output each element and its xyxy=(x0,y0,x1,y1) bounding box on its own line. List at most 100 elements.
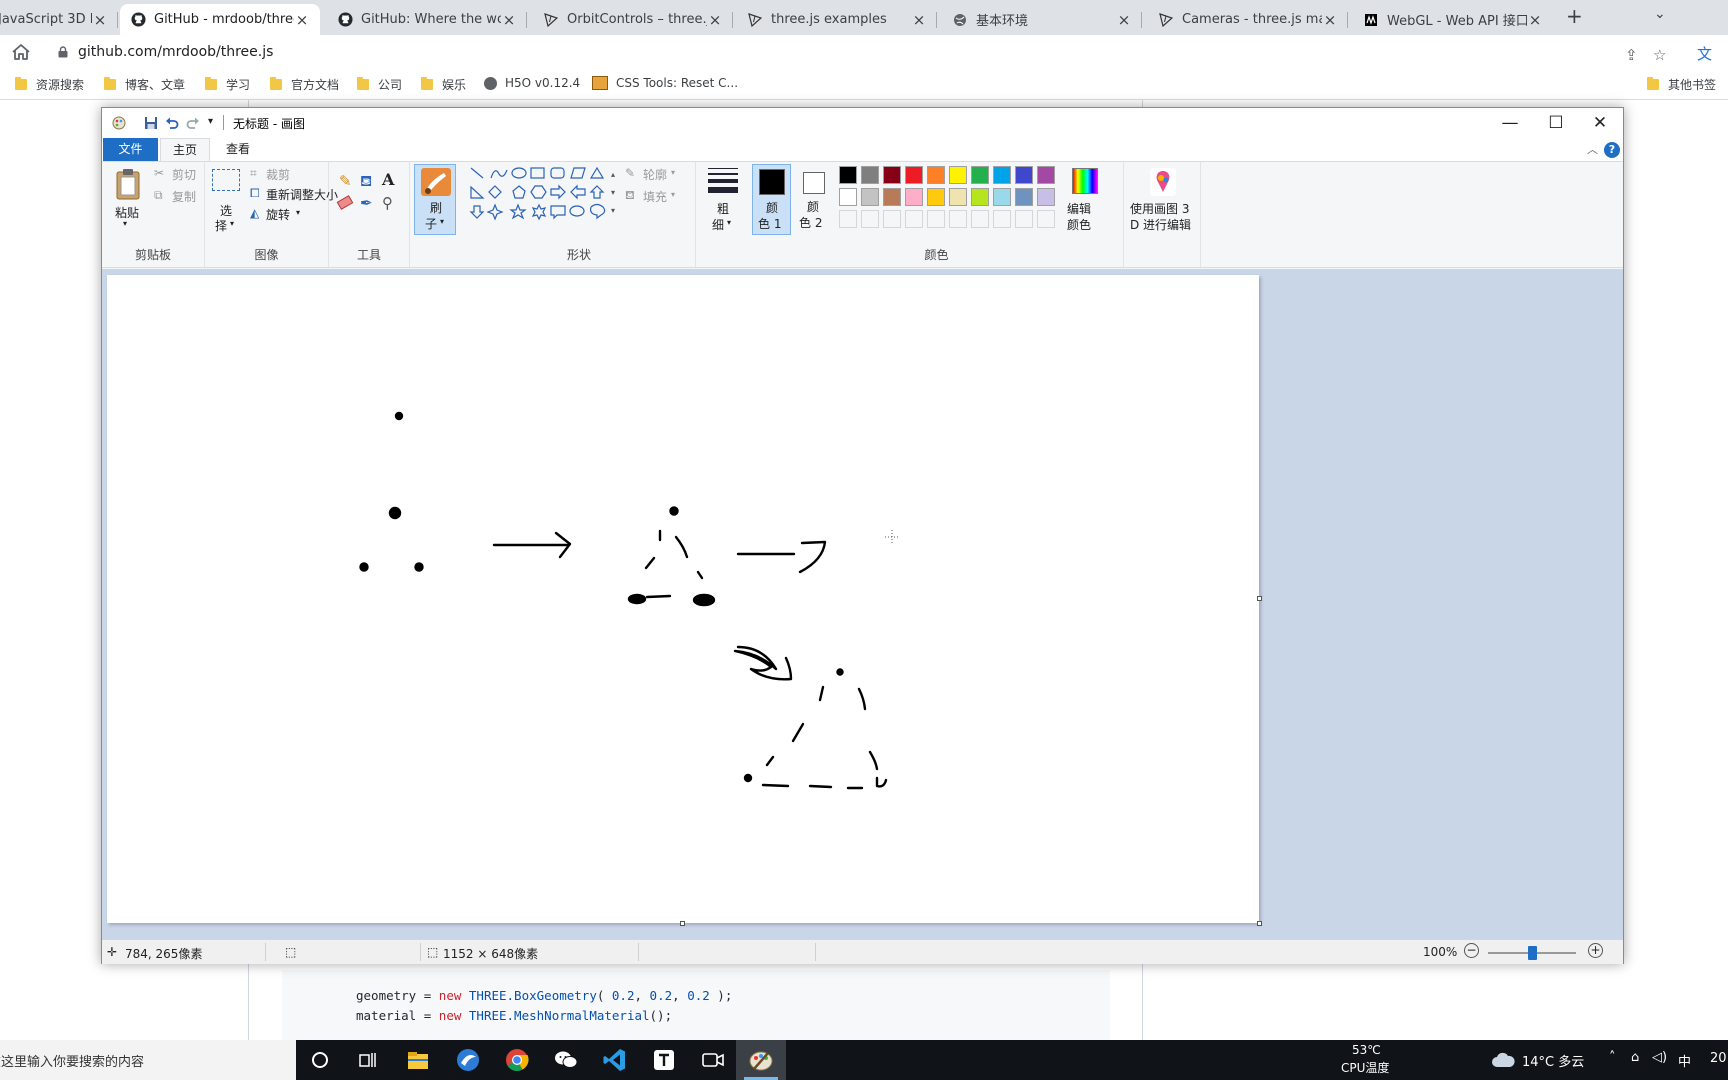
color1-button[interactable]: 颜 色 1 xyxy=(752,164,791,235)
chevron-down-icon[interactable]: ⌄ xyxy=(1654,6,1666,22)
bookmark-folder[interactable]: 博客、文章 xyxy=(104,76,185,93)
tab-file[interactable]: 文件 xyxy=(103,138,158,161)
help-icon[interactable]: ? xyxy=(1604,142,1620,158)
palette-color[interactable] xyxy=(861,188,879,206)
magnifier-icon[interactable]: ⚲ xyxy=(382,194,393,212)
zoom-out-button[interactable]: − xyxy=(1464,943,1479,958)
browser-tab[interactable]: Cameras - three.js manu × xyxy=(1148,4,1348,35)
palette-color[interactable] xyxy=(839,166,857,184)
palette-empty-slot[interactable] xyxy=(927,210,945,228)
resize-handle-bottom[interactable] xyxy=(680,921,685,926)
browser-tab[interactable]: JavaScript 3D l × xyxy=(0,4,118,35)
text-tool-icon[interactable]: A xyxy=(382,170,394,189)
bookmark-folder[interactable]: 资源搜索 xyxy=(15,76,84,93)
palette-color[interactable] xyxy=(993,166,1011,184)
close-icon[interactable]: × xyxy=(911,11,927,29)
file-explorer-icon[interactable] xyxy=(405,1047,431,1073)
address-bar[interactable]: github.com/mrdoob/three.js ⇪ ☆ xyxy=(46,38,1666,67)
zoom-slider[interactable] xyxy=(1488,946,1576,960)
weather[interactable]: 14°C 多云 xyxy=(1522,1051,1584,1070)
palette-empty-slot[interactable] xyxy=(839,210,857,228)
home-icon[interactable] xyxy=(10,42,32,62)
wechat-icon[interactable] xyxy=(553,1047,579,1073)
input-method[interactable]: 中 xyxy=(1678,1051,1691,1070)
palette-color[interactable] xyxy=(993,188,1011,206)
task-view-icon[interactable] xyxy=(355,1047,381,1073)
edit-colors-button[interactable]: 编辑 颜色 xyxy=(1065,166,1105,236)
zoom-in-button[interactable]: + xyxy=(1588,943,1603,958)
close-icon[interactable]: × xyxy=(501,11,517,29)
close-icon[interactable]: × xyxy=(92,11,108,29)
browser-tab[interactable]: WebGL - Web API 接口参 × xyxy=(1353,4,1553,35)
close-icon[interactable]: × xyxy=(1322,11,1338,29)
color2-button[interactable]: 颜 色 2 xyxy=(794,164,833,235)
volume-icon[interactable]: ◁) xyxy=(1652,1050,1667,1065)
cortana-icon[interactable] xyxy=(307,1047,333,1073)
gallery-scroll-icon[interactable]: ▴ ▾ ▾ xyxy=(611,166,615,220)
palette-color[interactable] xyxy=(1015,188,1033,206)
maximize-button[interactable]: ☐ xyxy=(1536,111,1576,135)
paint3d-button[interactable]: 使用画图 3 D 进行编辑 xyxy=(1128,166,1198,236)
palette-empty-slot[interactable] xyxy=(1015,210,1033,228)
palette-color[interactable] xyxy=(839,188,857,206)
browser-tab[interactable]: 基本环境 × xyxy=(942,4,1142,35)
clock[interactable]: 20 xyxy=(1710,1051,1727,1066)
close-button[interactable]: ✕ xyxy=(1580,111,1620,135)
palette-color[interactable] xyxy=(1015,166,1033,184)
palette-empty-slot[interactable] xyxy=(883,210,901,228)
new-tab-button[interactable]: + xyxy=(1566,4,1583,28)
cloud-icon[interactable] xyxy=(1491,1051,1515,1068)
vscode-icon[interactable] xyxy=(602,1047,628,1073)
palette-color[interactable] xyxy=(927,188,945,206)
size-button[interactable]: 粗 细 ▾ xyxy=(702,166,742,236)
palette-empty-slot[interactable] xyxy=(971,210,989,228)
palette-color[interactable] xyxy=(905,166,923,184)
chevron-up-icon[interactable]: ˄ xyxy=(1609,1050,1616,1065)
browser-tab[interactable]: OrbitControls – three.js d × xyxy=(533,4,733,35)
palette-color[interactable] xyxy=(971,166,989,184)
resize-handle-corner[interactable] xyxy=(1257,921,1262,926)
palette-color[interactable] xyxy=(883,188,901,206)
zoom-slider-thumb[interactable] xyxy=(1528,946,1537,960)
eraser-icon[interactable] xyxy=(336,195,354,210)
browser-tab[interactable]: three.js examples × xyxy=(737,4,937,35)
tab-home[interactable]: 主页 xyxy=(160,138,211,161)
bookmark-link[interactable]: H5O v0.12.4 xyxy=(484,76,580,90)
drawing-canvas[interactable] xyxy=(107,275,1262,926)
brush-button[interactable]: 刷 子 ▾ xyxy=(414,164,456,235)
color-picker-icon[interactable]: ✒ xyxy=(360,194,373,212)
resize-handle-right[interactable] xyxy=(1257,596,1262,601)
bookmark-folder[interactable]: 娱乐 xyxy=(421,76,466,93)
palette-empty-slot[interactable] xyxy=(1037,210,1055,228)
minimize-button[interactable]: — xyxy=(1490,111,1530,135)
palette-color[interactable] xyxy=(971,188,989,206)
collapse-ribbon-icon[interactable]: ︿ xyxy=(1587,141,1598,157)
close-icon[interactable]: × xyxy=(294,11,310,29)
palette-color[interactable] xyxy=(905,188,923,206)
close-icon[interactable]: × xyxy=(1527,11,1543,29)
palette-color[interactable] xyxy=(1037,188,1055,206)
tab-view[interactable]: 查看 xyxy=(214,138,262,161)
undo-icon[interactable] xyxy=(165,116,179,130)
palette-empty-slot[interactable] xyxy=(861,210,879,228)
bookmark-link[interactable]: CSS Tools: Reset C... xyxy=(592,76,738,90)
chrome-icon[interactable] xyxy=(504,1047,530,1073)
close-icon[interactable]: × xyxy=(1116,11,1132,29)
other-bookmarks[interactable]: 其他书签 xyxy=(1647,76,1716,93)
pencil-icon[interactable]: ✎ xyxy=(339,172,352,190)
select-button[interactable]: 选 择 ▾ xyxy=(210,166,240,236)
bookmark-folder[interactable]: 公司 xyxy=(357,76,402,93)
palette-color[interactable] xyxy=(949,166,967,184)
palette-empty-slot[interactable] xyxy=(905,210,923,228)
browser-app-icon[interactable] xyxy=(455,1047,481,1073)
palette-empty-slot[interactable] xyxy=(993,210,1011,228)
redo-icon[interactable] xyxy=(186,116,200,130)
close-icon[interactable]: × xyxy=(707,11,723,29)
translate-icon[interactable]: 文 xyxy=(1697,43,1712,64)
palette-color[interactable] xyxy=(949,188,967,206)
browser-tab-active[interactable]: GitHub - mrdoob/three.j × xyxy=(120,4,320,35)
palette-color[interactable] xyxy=(883,166,901,184)
palette-color[interactable] xyxy=(1037,166,1055,184)
taskbar-search[interactable]: 在这里输入你要搜索的内容 xyxy=(0,1040,296,1080)
share-icon[interactable]: ⇪ xyxy=(1625,46,1638,64)
